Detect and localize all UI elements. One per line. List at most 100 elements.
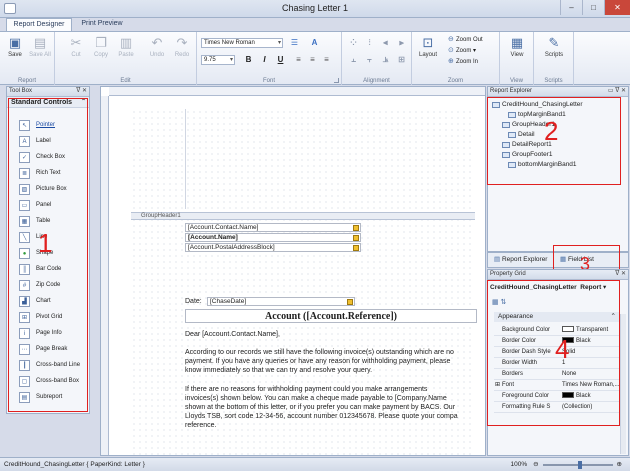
account-heading[interactable]: Account ([Account.Reference]) <box>185 309 477 323</box>
design-surface[interactable]: GroupHeader1 [Account.Contact.Name] [Acc… <box>100 86 486 456</box>
margin-guide <box>185 109 186 209</box>
copy-button[interactable]: ❐ Copy <box>90 35 112 58</box>
view-icon: ▦ <box>510 35 524 50</box>
group-label-view: View <box>510 78 523 84</box>
group-label-font: Font <box>262 78 275 84</box>
undo-icon: ↶ <box>151 35 163 50</box>
save-icon: ▣ <box>8 35 22 50</box>
field-contact-name[interactable]: [Account.Contact.Name] <box>185 223 361 232</box>
close-button[interactable]: ✕ <box>604 0 630 15</box>
window-title: Chasing Letter 1 <box>281 3 349 13</box>
ribbon-group-report: ▣ Save ▤ Save All Report <box>0 32 55 85</box>
smart-tag-icon[interactable] <box>353 235 359 241</box>
paragraph-2-line-1[interactable]: If there are no reasons for withholding … <box>185 385 477 394</box>
paragraph-2-line-4[interactable]: Lloyds TSB, sort code 12-34-56, account … <box>185 412 477 421</box>
field-account-name[interactable]: [Account.Name] <box>185 233 361 242</box>
pin-icon[interactable]: ᐁ ✕ <box>615 270 626 279</box>
line-color-icon[interactable]: ☰ <box>289 38 300 48</box>
view-button[interactable]: ▦ View <box>506 35 528 58</box>
align-middles-icon[interactable]: ⫟ <box>364 55 375 65</box>
bold-button[interactable]: B <box>243 55 254 65</box>
title-bar: Chasing Letter 1 – □ ✕ <box>0 0 630 18</box>
paragraph-2-line-3[interactable]: shown at the bottom of this letter, or i… <box>185 403 477 412</box>
layout-button[interactable]: ⊡ Layout <box>415 35 441 58</box>
paragraph-2-line-5[interactable]: reference. <box>185 421 477 430</box>
paste-button[interactable]: ▥ Paste <box>115 35 137 58</box>
ribbon-group-view: ▦ View View <box>500 32 534 85</box>
undo-button[interactable]: ↶ Undo <box>146 35 168 58</box>
field-chase-date[interactable]: [ChaseDate] <box>207 297 355 306</box>
align-left-icon[interactable]: ≡ <box>293 55 304 65</box>
ribbon-group-alignment: ⁘ ⫶ ⫷ ⫸ ⫠ ⫟ ⫡ ⊞ Alignment <box>342 32 412 85</box>
scripts-icon: ✎ <box>548 35 560 50</box>
paragraph-2-line-2[interactable]: invoices(s) shown below. You can make a … <box>185 394 477 403</box>
property-scrollbar[interactable] <box>620 314 626 454</box>
font-dialog-launcher[interactable] <box>334 78 339 83</box>
zoom-control: 100% ⊖ ⊕ <box>510 458 622 471</box>
redo-icon: ↷ <box>176 35 188 50</box>
minimize-button[interactable]: – <box>560 0 582 15</box>
align-to-grid-icon[interactable]: ⁘ <box>348 38 359 48</box>
tab-report-designer[interactable]: Report Designer <box>6 18 72 31</box>
copy-icon: ❐ <box>95 35 107 50</box>
zoom-slider-knob[interactable] <box>577 460 582 469</box>
zoom-out-button[interactable]: ⊖ Zoom Out <box>448 35 483 43</box>
align-centers-icon[interactable]: ⫷ <box>380 38 391 48</box>
justify-icon[interactable]: ≡ <box>321 55 332 65</box>
ribbon-group-scripts: ✎ Scripts Scripts <box>534 32 574 85</box>
zoom-out-icon: ⊖ <box>448 36 454 43</box>
field-postal-address[interactable]: [Account.PostalAddressBlock] <box>185 243 361 252</box>
align-center-icon[interactable]: ≡ <box>307 55 318 65</box>
ribbon-tabs: Report Designer Print Preview <box>0 18 630 31</box>
redo-button[interactable]: ↷ Redo <box>171 35 193 58</box>
underline-button[interactable]: U <box>275 55 286 65</box>
paste-icon: ▥ <box>119 35 133 50</box>
smart-tag-icon[interactable] <box>347 299 353 305</box>
pin-icon[interactable]: ▭ ᐁ ✕ <box>608 87 626 96</box>
zoom-in-button[interactable]: ⊕ Zoom In <box>448 57 478 65</box>
align-tops-icon[interactable]: ⫠ <box>348 55 359 65</box>
save-button[interactable]: ▣ Save <box>4 35 26 58</box>
tab-print-preview[interactable]: Print Preview <box>76 18 128 31</box>
group-label-zoom: Zoom <box>447 78 464 84</box>
paragraph-1-line-2[interactable]: payment. If you have any queries or have… <box>185 357 477 366</box>
zoom-dropdown[interactable]: ⊙ Zoom ▾ <box>448 46 476 54</box>
paragraph-1-line-1[interactable]: According to our records we still have t… <box>185 348 477 357</box>
scripts-button[interactable]: ✎ Scripts <box>543 35 565 58</box>
salutation-text[interactable]: Dear [Account.Contact.Name], <box>185 330 477 339</box>
pin-icon[interactable]: ᐁ ✕ <box>76 87 87 96</box>
smart-tag-icon[interactable] <box>353 245 359 251</box>
layout-icon: ⊡ <box>422 35 434 50</box>
scissors-icon: ✂ <box>70 35 82 50</box>
save-all-button[interactable]: ▤ Save All <box>29 35 51 58</box>
ribbon-group-edit: ✂ Cut ❐ Copy ▥ Paste ↶ Undo ↷ Redo Edit <box>55 32 197 85</box>
toolbox-header: Tool Box ᐁ ✕ <box>7 87 89 97</box>
explorer-icon: ▤ <box>494 256 502 263</box>
cut-button[interactable]: ✂ Cut <box>65 35 87 58</box>
band-group-header[interactable]: GroupHeader1 <box>131 212 475 220</box>
annotation-number-4: 4 <box>555 334 570 364</box>
group-label-scripts: Scripts <box>544 78 563 84</box>
align-lefts-icon[interactable]: ⫶ <box>364 38 375 48</box>
zoom-in-icon: ⊕ <box>448 58 454 65</box>
zoom-in-icon[interactable]: ⊕ <box>617 458 622 471</box>
vertical-ruler <box>101 96 109 455</box>
italic-button[interactable]: I <box>259 55 270 65</box>
group-label-alignment: Alignment <box>363 78 390 84</box>
align-bottoms-icon[interactable]: ⫡ <box>380 55 391 65</box>
annotation-box-4 <box>487 280 620 426</box>
tab-report-explorer[interactable]: ▤ Report Explorer <box>494 255 547 263</box>
status-text: CreditHound_ChasingLetter { PaperKind: L… <box>4 461 145 468</box>
smart-tag-icon[interactable] <box>353 225 359 231</box>
font-name-select[interactable]: Times New Roman <box>201 38 283 48</box>
paragraph-1-line-3[interactable]: know immediately so that we can try and … <box>185 366 477 375</box>
zoom-slider[interactable] <box>542 460 613 469</box>
zoom-level: 100% <box>510 461 528 468</box>
size-to-grid-icon[interactable]: ⊞ <box>396 55 407 65</box>
ribbon-group-font: Times New Roman 9.75 ☰ A B I U ≡ ≡ ≡ Fon… <box>197 32 342 85</box>
font-color-icon[interactable]: A <box>309 38 320 48</box>
maximize-button[interactable]: □ <box>582 0 604 15</box>
font-size-select[interactable]: 9.75 <box>201 55 235 65</box>
align-rights-icon[interactable]: ⫸ <box>396 38 407 48</box>
zoom-out-icon[interactable]: ⊖ <box>533 458 538 471</box>
